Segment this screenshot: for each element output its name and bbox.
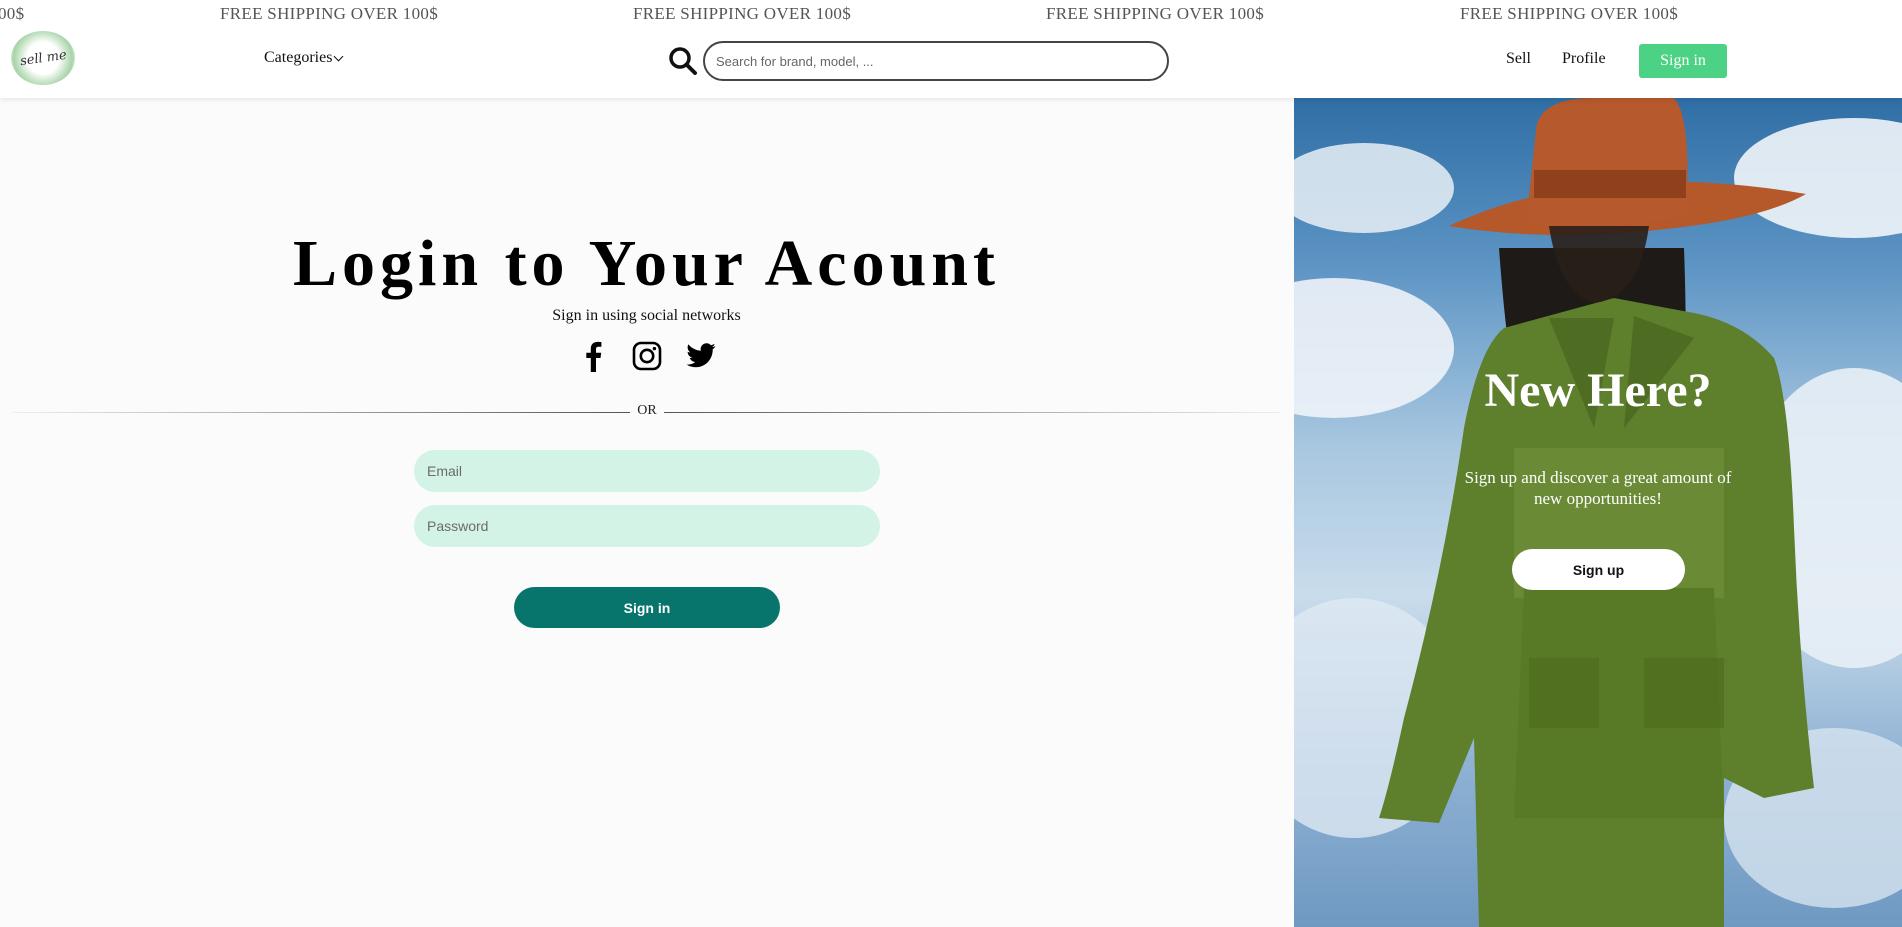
- or-text: OR: [637, 403, 657, 418]
- divider-line: [664, 412, 1281, 413]
- social-login-text: Sign in using social networks: [552, 307, 741, 324]
- search-icon[interactable]: [668, 46, 698, 76]
- nav-link-sell[interactable]: Sell: [1506, 50, 1531, 68]
- announcement-text: FREE SHIPPING OVER 100$: [1046, 4, 1265, 23]
- nav-sign-in-button[interactable]: Sign in: [1639, 44, 1727, 78]
- facebook-icon[interactable]: [577, 340, 609, 372]
- promo-title: New Here?: [1484, 364, 1712, 417]
- password-field[interactable]: [414, 505, 880, 547]
- shipping-announcement-marquee: 00$ FREE SHIPPING OVER 100$ FREE SHIPPIN…: [0, 0, 1902, 28]
- announcement-text: FREE SHIPPING OVER 100$: [1460, 4, 1679, 23]
- sign-in-button[interactable]: Sign in: [514, 587, 780, 628]
- top-navbar: 00$ FREE SHIPPING OVER 100$ FREE SHIPPIN…: [0, 0, 1902, 98]
- or-divider: OR: [13, 402, 1281, 422]
- email-field[interactable]: [414, 450, 880, 492]
- announcement-text: 00$: [0, 4, 25, 23]
- login-title: Login to Your Acount: [293, 227, 1000, 300]
- chevron-down-icon: [333, 51, 344, 62]
- search-input[interactable]: [703, 41, 1169, 81]
- sign-up-button[interactable]: Sign up: [1512, 549, 1685, 590]
- instagram-icon[interactable]: [631, 340, 663, 372]
- signup-promo-panel: New Here? Sign up and discover a great a…: [1294, 98, 1902, 927]
- logo[interactable]: sell me: [11, 31, 75, 85]
- categories-dropdown[interactable]: Categories: [264, 49, 344, 67]
- categories-label: Categories: [264, 49, 333, 66]
- logo-text: sell me: [18, 47, 68, 69]
- fashion-model-image: [1294, 98, 1902, 927]
- social-login-icons: [0, 340, 1293, 372]
- divider-line: [13, 412, 630, 413]
- nav-link-profile[interactable]: Profile: [1562, 50, 1606, 68]
- announcement-text: FREE SHIPPING OVER 100$: [633, 4, 852, 23]
- twitter-icon[interactable]: [685, 340, 717, 372]
- announcement-text: FREE SHIPPING OVER 100$: [220, 4, 439, 23]
- promo-subtitle: Sign up and discover a great amount of n…: [1464, 468, 1732, 508]
